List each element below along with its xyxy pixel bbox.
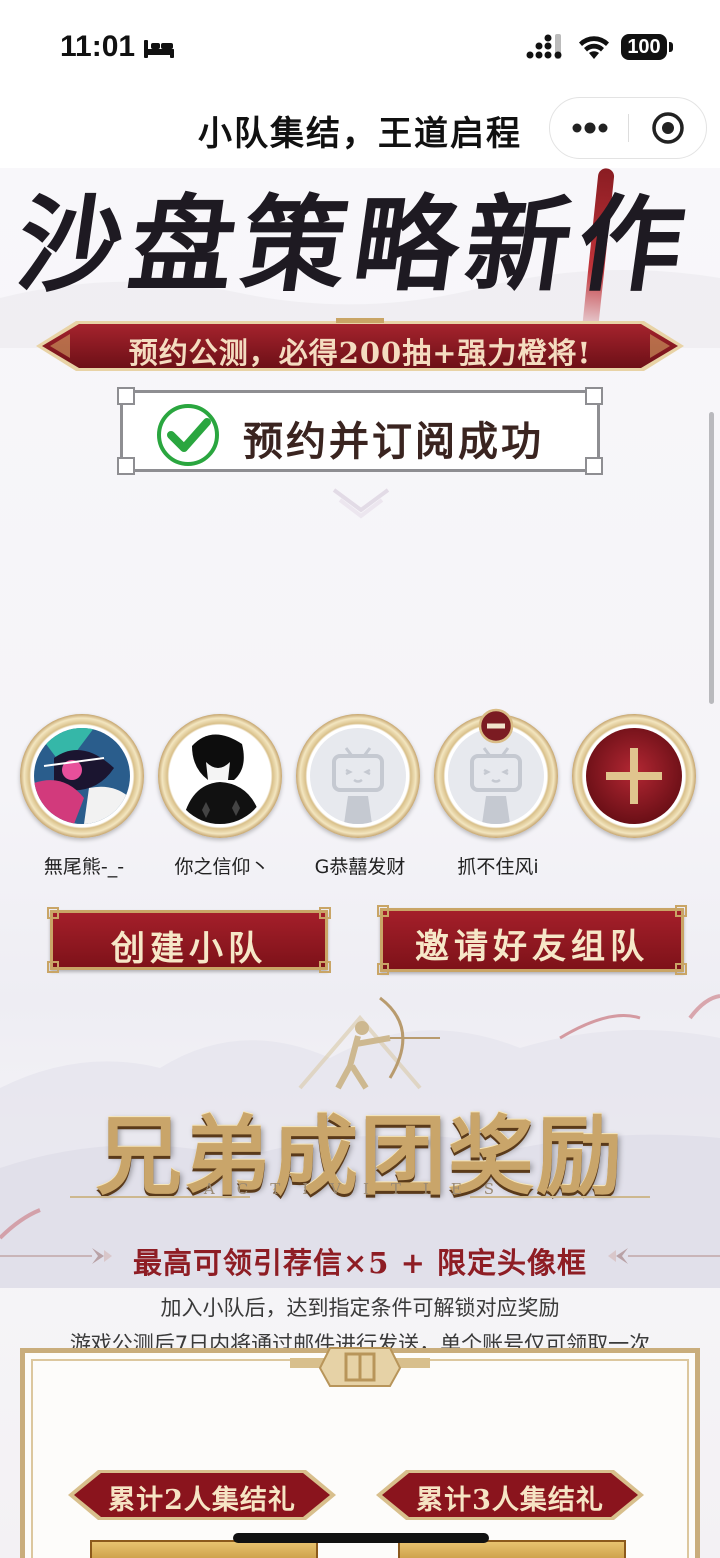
cellular-signal-icon — [526, 34, 562, 59]
frame-corner — [47, 907, 59, 919]
panel-crest-ornament — [290, 1347, 430, 1387]
rewards-subtitle: ACTIVITIES — [203, 1180, 517, 1198]
close-miniprogram-icon[interactable] — [651, 111, 685, 145]
frame-corner — [319, 907, 331, 919]
invite-friends-button[interactable]: 邀请好友组队 — [377, 905, 687, 975]
more-icon[interactable] — [572, 116, 608, 140]
battery-icon: 100 — [621, 34, 667, 60]
banner-text: 预约公测，必得200抽+强力橙将! — [128, 336, 592, 370]
create-team-label: 创建小队 — [111, 929, 267, 969]
member-name: G恭囍发财 — [314, 856, 406, 878]
plus-icon — [586, 728, 682, 824]
hero-headline: 沙盘策略新作 — [10, 183, 700, 306]
home-indicator[interactable] — [233, 1533, 489, 1543]
tier-label: 累计2人集结礼 — [108, 1485, 296, 1516]
sleep-mode-icon — [144, 40, 174, 58]
frame-corner — [117, 457, 135, 475]
subscribed-text: 预约并订阅成功 — [243, 418, 544, 465]
member-name: 無尾熊-_- — [43, 856, 125, 878]
member-name: 抓不住风i — [457, 856, 539, 878]
frame-corner — [675, 905, 687, 917]
mini-program-navbar: 小队集结，王道启程 — [0, 92, 720, 168]
page-scrollbar[interactable] — [709, 412, 714, 704]
tier-tag: 累计2人集结礼 — [68, 1468, 336, 1522]
subscribed-status-box: 预约并订阅成功 — [117, 387, 603, 475]
preorder-banner: 预约公测，必得200抽+强力橙将! — [36, 318, 684, 374]
frame-corner — [585, 387, 603, 405]
create-team-button[interactable]: 创建小队 — [47, 907, 331, 973]
frame-corner — [585, 457, 603, 475]
scroll-down-chevron-icon — [332, 488, 390, 519]
member-name: 你之信仰丶 — [174, 856, 270, 878]
status-time: 11:01 — [60, 30, 136, 63]
tier-label: 累计3人集结礼 — [416, 1485, 604, 1516]
frame-corner — [377, 905, 389, 917]
rewards-description: 加入小队后，达到指定条件可解锁对应奖励 — [160, 1296, 560, 1320]
capsule-divider — [628, 114, 629, 142]
rewards-highlight: 最高可领引荐信×5 + 限定头像框 — [133, 1246, 587, 1280]
invite-friends-label: 邀请好友组队 — [415, 927, 649, 967]
battery-tip — [669, 42, 673, 52]
avatar — [310, 728, 406, 824]
menu-capsule — [549, 97, 707, 159]
default-tv-avatar-icon — [310, 728, 406, 824]
avatar — [172, 728, 268, 824]
status-bar: 11:01 100 — [0, 0, 720, 92]
tier-tag: 累计3人集结礼 — [376, 1468, 644, 1522]
avatar — [34, 728, 130, 824]
wifi-icon — [579, 36, 609, 59]
frame-corner — [117, 387, 135, 405]
page-content: 沙盘策略新作 预约公测，必得200抽+强力橙将! 预约并订阅成功 無尾熊-_- … — [0, 168, 720, 1558]
remove-member-icon[interactable] — [478, 708, 514, 744]
check-circle-icon — [157, 404, 219, 466]
